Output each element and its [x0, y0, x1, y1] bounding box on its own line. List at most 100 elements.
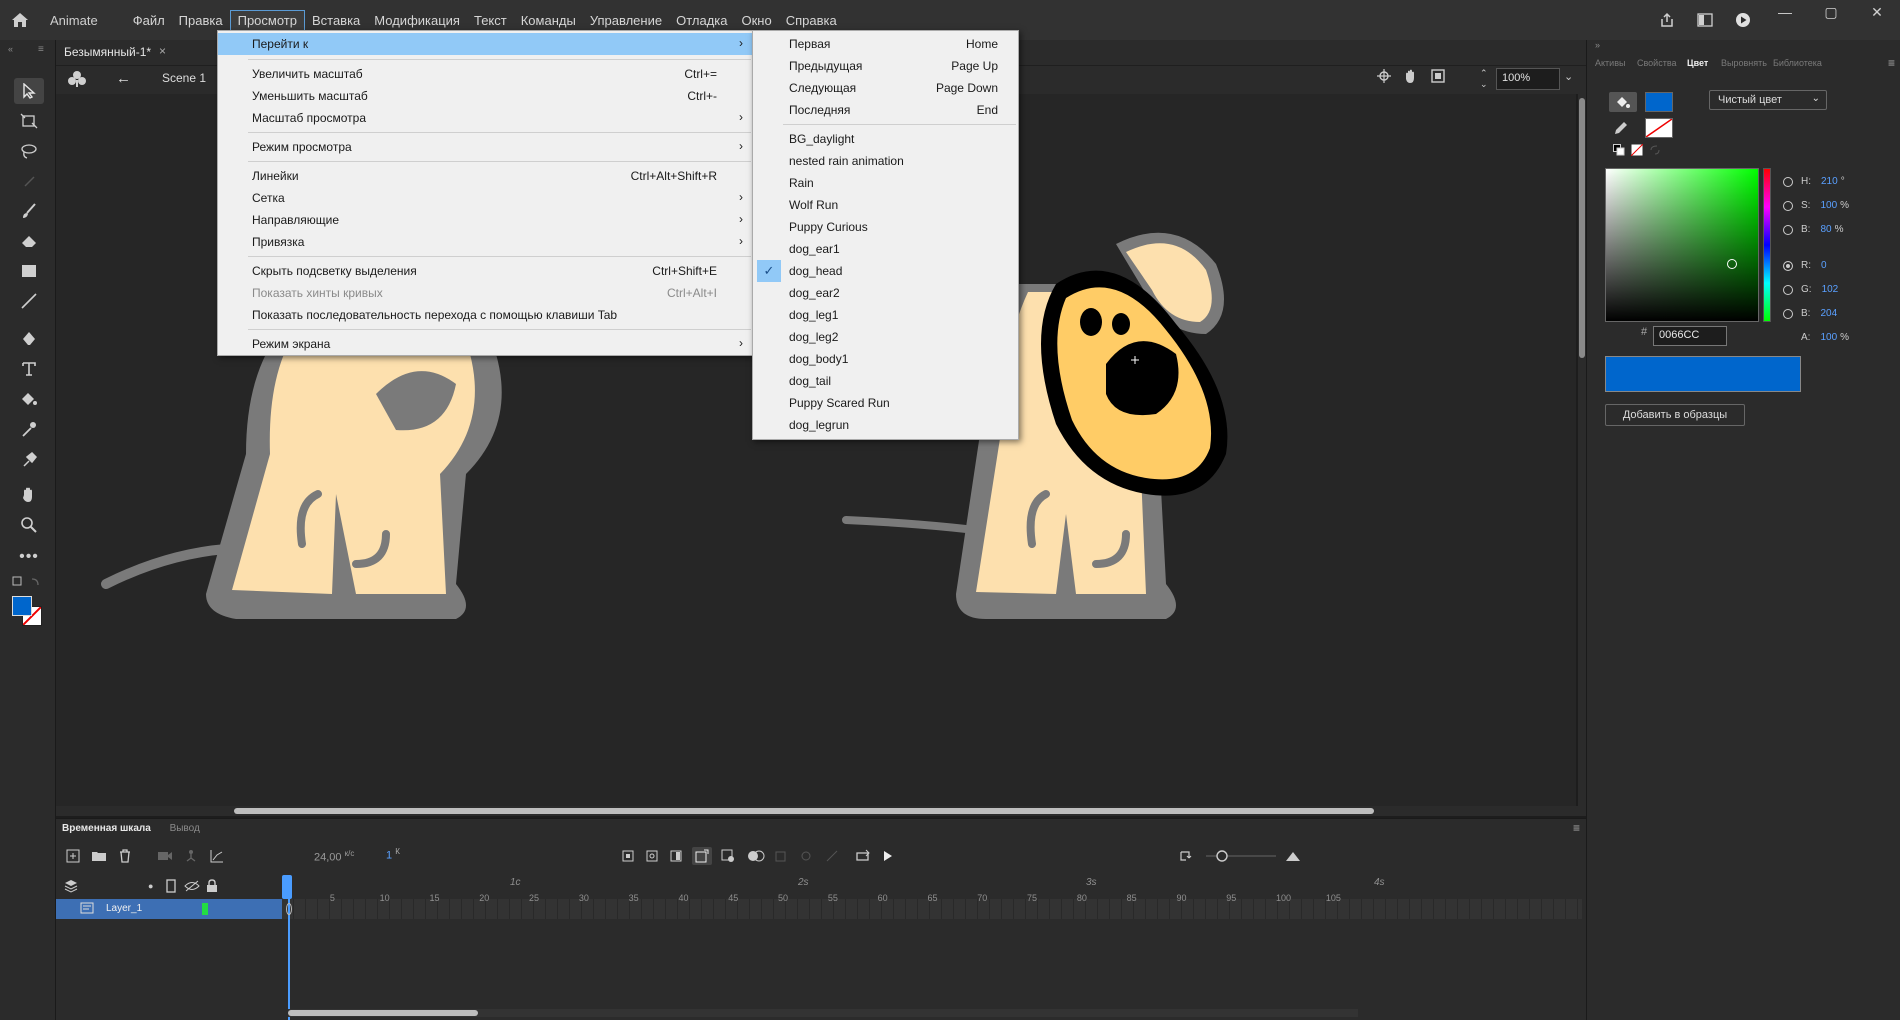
hex-input[interactable]: 0066CC — [1653, 326, 1727, 346]
panel-menu-icon[interactable]: ≡ — [38, 44, 44, 55]
menu-item-scene[interactable]: Puppy Curious — [753, 216, 1018, 238]
menu-item-snapping[interactable]: Привязка › — [218, 231, 753, 253]
layer-name[interactable]: Layer_1 — [106, 903, 142, 914]
menu-item-scene[interactable]: dog_tail — [753, 370, 1018, 392]
lock-icon[interactable] — [206, 879, 218, 896]
menu-item-rulers[interactable]: Линейки Ctrl+Alt+Shift+R — [218, 165, 753, 187]
red-value[interactable]: 0 — [1821, 260, 1827, 271]
pen-tool-icon[interactable] — [14, 326, 44, 352]
highlight-layers-icon[interactable]: ● — [148, 881, 153, 891]
tab-properties[interactable]: Свойства — [1637, 58, 1677, 68]
hand-tool-icon[interactable] — [14, 482, 44, 508]
menu-modify[interactable]: Модификация — [367, 11, 467, 30]
menu-help[interactable]: Справка — [779, 11, 844, 30]
loop-playback-icon[interactable] — [854, 847, 872, 865]
menu-item-previous[interactable]: Предыдущая Page Up — [753, 55, 1018, 77]
zoom-input[interactable]: 100% — [1496, 68, 1560, 90]
menu-debug[interactable]: Отладка — [669, 11, 734, 30]
timeline-scrollbar[interactable] — [288, 1009, 1358, 1017]
symbol-icon[interactable] — [68, 70, 86, 91]
no-color-icon[interactable] — [1630, 143, 1644, 159]
timeline-menu-icon[interactable]: ≡ — [1573, 821, 1580, 835]
zoom-dropdown-icon[interactable]: ⌄ — [1564, 70, 1573, 83]
stage-vertical-scroll-thumb[interactable] — [1579, 98, 1585, 358]
green-radio[interactable] — [1783, 284, 1793, 295]
menu-item-scene[interactable]: Puppy Scared Run — [753, 392, 1018, 414]
menu-item-scene[interactable]: dog_body1 — [753, 348, 1018, 370]
layer-parenting-icon[interactable] — [182, 847, 200, 865]
tab-timeline[interactable]: Временная шкала — [62, 823, 151, 834]
rectangle-tool-icon[interactable] — [14, 258, 44, 284]
fill-bucket-icon[interactable] — [1609, 92, 1637, 112]
panel-menu-icon[interactable]: ≡ — [1888, 56, 1895, 70]
center-stage-icon[interactable] — [1376, 68, 1392, 87]
free-transform-tool-icon[interactable] — [14, 108, 44, 134]
menu-item-scene[interactable]: Rain — [753, 172, 1018, 194]
insert-frame-icon[interactable] — [668, 847, 684, 865]
menu-view[interactable]: Просмотр — [229, 9, 305, 31]
more-tools-icon[interactable]: ••• — [14, 544, 44, 570]
menu-file[interactable]: Файл — [126, 11, 172, 30]
menu-item-next[interactable]: Следующая Page Down — [753, 77, 1018, 99]
center-playhead-icon[interactable] — [1176, 847, 1194, 865]
new-folder-icon[interactable] — [90, 847, 108, 865]
tab-align[interactable]: Выровнять — [1721, 58, 1767, 68]
red-field[interactable]: R: 0 — [1783, 260, 1827, 271]
tab-output[interactable]: Вывод — [170, 823, 200, 834]
hue-radio[interactable] — [1783, 176, 1793, 187]
fps-display[interactable]: 24,00 к/с — [314, 849, 354, 864]
menu-item-hide-highlight[interactable]: Скрыть подсветку выделения Ctrl+Shift+E — [218, 260, 753, 282]
brush-tool-icon[interactable] — [14, 198, 44, 224]
stage-vertical-scrollbar[interactable] — [1578, 94, 1586, 806]
pin-tool-icon[interactable] — [14, 446, 44, 472]
menu-item-scene[interactable]: dog_ear2 — [753, 282, 1018, 304]
menu-text[interactable]: Текст — [467, 11, 514, 30]
edit-multiple-frames-icon[interactable] — [772, 847, 788, 865]
graph-icon[interactable] — [208, 847, 226, 865]
menu-item-show-tab-order[interactable]: Показать последовательность перехода с п… — [218, 304, 753, 326]
stroke-swatch[interactable] — [1645, 118, 1673, 138]
line-tool-icon[interactable] — [14, 288, 44, 314]
green-field[interactable]: G: 102 — [1783, 284, 1838, 295]
blue-field[interactable]: B: 204 — [1783, 308, 1837, 319]
auto-keyframe-icon[interactable] — [692, 847, 712, 865]
timeline-ruler[interactable]: 1с 2s 3s 4s 5 10 15 20 25 30 35 40 45 50 55 60 65 70 75 80 8… — [282, 875, 1582, 919]
current-frame-display[interactable]: 1 К — [386, 847, 400, 862]
menu-item-preview-mode[interactable]: Режим просмотра › — [218, 136, 753, 158]
create-tween-icon[interactable] — [720, 847, 736, 865]
menu-item-last[interactable]: Последняя End — [753, 99, 1018, 121]
left-dog[interactable] — [101, 354, 502, 619]
blue-value[interactable]: 204 — [1820, 308, 1837, 319]
saturation-radio[interactable] — [1783, 200, 1793, 211]
lasso-tool-icon[interactable] — [14, 138, 44, 164]
layer-color-marker[interactable] — [202, 903, 208, 915]
insert-blank-keyframe-icon[interactable] — [644, 847, 660, 865]
text-tool-icon[interactable] — [14, 356, 44, 382]
subselection-tool-icon[interactable] — [14, 168, 44, 194]
workspace-icon[interactable] — [1686, 0, 1724, 40]
stroke-pencil-icon[interactable] — [1613, 120, 1629, 139]
rotate-stage-icon[interactable] — [1402, 68, 1420, 87]
menu-item-scene[interactable]: Wolf Run — [753, 194, 1018, 216]
clip-stage-icon[interactable] — [1430, 68, 1446, 87]
hue-value[interactable]: 210 — [1821, 176, 1838, 187]
timeline-scroll-thumb[interactable] — [288, 1010, 478, 1016]
red-radio[interactable] — [1783, 260, 1793, 271]
swap-colors-icon[interactable] — [12, 576, 42, 591]
stage-horizontal-scroll-thumb[interactable] — [234, 808, 1374, 814]
menu-item-scene[interactable]: BG_daylight — [753, 128, 1018, 150]
menu-commands[interactable]: Команды — [514, 11, 583, 30]
picker-cursor[interactable] — [1727, 259, 1737, 269]
alpha-value[interactable]: 100 — [1820, 332, 1837, 343]
menu-item-goto[interactable]: Перейти к › — [218, 33, 753, 55]
add-to-swatches-button[interactable]: Добавить в образцы — [1605, 404, 1745, 426]
layer-row[interactable]: Layer_1 — [56, 899, 282, 919]
maximize-button[interactable]: ▢ — [1808, 0, 1854, 24]
outline-icon[interactable] — [166, 879, 176, 896]
frame-option-icon[interactable] — [798, 847, 814, 865]
menu-item-magnification[interactable]: Масштаб просмотра › — [218, 107, 753, 129]
test-movie-icon[interactable] — [1724, 0, 1762, 40]
hide-layers-icon[interactable] — [184, 879, 200, 896]
play-icon[interactable] — [880, 847, 896, 865]
tab-assets[interactable]: Активы — [1595, 58, 1625, 68]
